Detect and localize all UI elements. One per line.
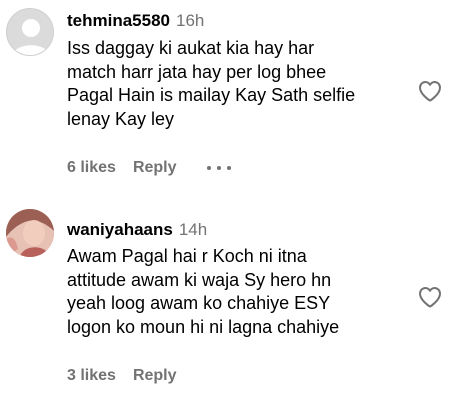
default-profile-icon bbox=[7, 9, 53, 55]
username[interactable]: tehmina5580 bbox=[67, 11, 170, 30]
reply-button[interactable]: Reply bbox=[133, 158, 177, 178]
likes-count[interactable]: 6 likes bbox=[67, 158, 116, 178]
profile-photo bbox=[6, 209, 54, 257]
like-button[interactable] bbox=[418, 80, 442, 102]
comment-item: waniyahaans 14h Awam Pagal hai r Koch ni … bbox=[0, 200, 460, 401]
more-options-icon[interactable] bbox=[206, 166, 231, 170]
comment-item: tehmina5580 16h Iss daggay ki aukat kia h… bbox=[0, 0, 460, 200]
comment-actions: 6 likes Reply bbox=[67, 158, 231, 178]
comment-header: waniyahaans 14h bbox=[67, 219, 207, 241]
timestamp[interactable]: 16h bbox=[176, 11, 204, 30]
comment-text: Awam Pagal hai r Koch ni itna attitude a… bbox=[67, 246, 340, 337]
heart-outline-icon bbox=[419, 81, 441, 102]
timestamp[interactable]: 14h bbox=[179, 220, 207, 239]
heart-outline-icon bbox=[419, 287, 441, 308]
likes-count[interactable]: 3 likes bbox=[67, 366, 116, 386]
like-button[interactable] bbox=[418, 286, 442, 308]
avatar[interactable] bbox=[6, 209, 54, 257]
comment-text: Iss daggay ki aukat kia hay har match ha… bbox=[67, 38, 356, 129]
comment-actions: 3 likes Reply bbox=[67, 366, 177, 386]
reply-button[interactable]: Reply bbox=[133, 366, 177, 386]
avatar[interactable] bbox=[6, 8, 54, 56]
comment-header: tehmina5580 16h bbox=[67, 10, 204, 32]
username[interactable]: waniyahaans bbox=[67, 220, 173, 239]
